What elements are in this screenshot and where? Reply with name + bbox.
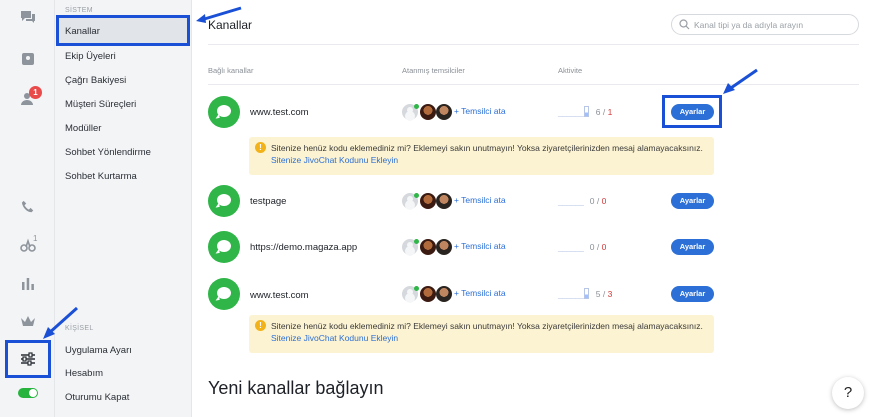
online-dot	[414, 286, 419, 291]
status-toggle[interactable]	[18, 388, 38, 398]
warning-text: Sitenize henüz kodu eklemediniz mi? Ekle…	[271, 143, 703, 153]
highlight-box	[56, 15, 190, 46]
sidebar-item-uygulama-ayari[interactable]: Uygulama Ayarı	[65, 345, 132, 356]
sidebar-item-sohbet-yonlendirme[interactable]: Sohbet Yönlendirme	[65, 147, 151, 158]
avatar	[436, 239, 452, 255]
sidebar-item-musteri-surecleri[interactable]: Müşteri Süreçleri	[65, 99, 136, 110]
help-button[interactable]: ?	[832, 377, 864, 409]
avatar	[436, 193, 452, 209]
warning-text: Sitenize henüz kodu eklemediniz mi? Ekle…	[271, 321, 703, 331]
add-code-link[interactable]: Sitenize JivoChat Kodunu Ekleyin	[271, 155, 398, 165]
annotation-arrow	[723, 68, 758, 94]
avatar	[420, 239, 436, 255]
assign-agent-link[interactable]: + Temsilci ata	[454, 288, 506, 298]
channel-name: www.test.com	[250, 290, 309, 301]
search-placeholder: Kanal tipi ya da adıyla arayın	[694, 20, 804, 30]
col-header-agents: Atanmış temsilciler	[402, 66, 465, 75]
sidebar-item-moduller[interactable]: Modüller	[65, 123, 101, 134]
assign-agent-link[interactable]: + Temsilci ata	[454, 241, 506, 251]
settings-button[interactable]: Ayarlar	[671, 286, 714, 302]
divider	[208, 44, 859, 45]
new-channels-heading: Yeni kanallar bağlayın	[208, 378, 384, 398]
highlight-box	[5, 340, 51, 378]
settings-button[interactable]: Ayarlar	[671, 193, 714, 209]
online-dot	[414, 193, 419, 198]
whatsapp-channel-icon	[208, 185, 240, 217]
activity-bar	[584, 106, 590, 117]
sidebar-item-cagri-bakiyesi[interactable]: Çağrı Bakiyesi	[65, 75, 126, 86]
sidebar-item-hesabim[interactable]: Hesabım	[65, 368, 103, 379]
annotation-arrow	[43, 306, 79, 339]
col-header-activity: Aktivite	[558, 66, 583, 75]
sidebar-item-ekip-uyeleri[interactable]: Ekip Üyeleri	[65, 51, 116, 62]
divider	[208, 84, 859, 85]
activity-stat: ______ 6 / 1	[558, 106, 613, 117]
assigned-agents: + Temsilci ata	[402, 239, 522, 255]
warning-icon: !	[255, 320, 266, 331]
crown-icon[interactable]	[17, 310, 39, 332]
col-header-channels: Bağlı kanallar	[208, 66, 254, 75]
avatar	[420, 286, 436, 302]
phone-icon[interactable]	[17, 196, 39, 218]
whatsapp-channel-icon	[208, 231, 240, 263]
whatsapp-channel-icon	[208, 278, 240, 310]
whatsapp-channel-icon	[208, 96, 240, 128]
annotation-arrow	[196, 6, 242, 23]
warning-banner: ! Sitenize henüz kodu eklemediniz mi? Ek…	[249, 137, 714, 175]
search-icon	[679, 19, 690, 32]
avatar	[436, 286, 452, 302]
add-code-link[interactable]: Sitenize JivoChat Kodunu Ekleyin	[271, 333, 398, 343]
contacts-badge: 1	[29, 86, 42, 99]
search-input[interactable]: Kanal tipi ya da adıyla arayın	[671, 14, 859, 35]
highlight-box	[662, 95, 722, 128]
sidebar-item-oturumu-kapat[interactable]: Oturumu Kapat	[65, 392, 129, 403]
online-dot	[414, 239, 419, 244]
warning-banner: ! Sitenize henüz kodu eklemediniz mi? Ek…	[249, 315, 714, 353]
avatar	[420, 193, 436, 209]
channel-name: https://demo.magaza.app	[250, 242, 358, 253]
sidebar-item-sohbet-kurtarma[interactable]: Sohbet Kurtarma	[65, 171, 137, 182]
inbox-icon[interactable]	[17, 48, 39, 70]
assign-agent-link[interactable]: + Temsilci ata	[454, 106, 506, 116]
channel-name: testpage	[250, 196, 287, 207]
activity-stat: ______ 0 / 0	[558, 196, 607, 206]
activity-stat: ______ 0 / 0	[558, 242, 607, 252]
assigned-agents: + Temsilci ata	[402, 193, 522, 209]
avatar	[436, 104, 452, 120]
settings-button[interactable]: Ayarlar	[671, 239, 714, 255]
avatar	[420, 104, 436, 120]
channel-name: www.test.com	[250, 107, 309, 118]
assigned-agents: + Temsilci ata	[402, 104, 522, 120]
online-dot	[414, 104, 419, 109]
activity-bar	[584, 288, 590, 299]
assign-agent-link[interactable]: + Temsilci ata	[454, 195, 506, 205]
visitors-badge: 1	[33, 234, 38, 243]
activity-stat: ______ 5 / 3	[558, 288, 613, 299]
assigned-agents: + Temsilci ata	[402, 286, 522, 302]
main-content: Kanallar Kanal tipi ya da adıyla arayın …	[193, 0, 877, 417]
stats-icon[interactable]	[17, 272, 39, 294]
chats-icon[interactable]	[17, 6, 39, 28]
warning-icon: !	[255, 142, 266, 153]
section-label-system: SİSTEM	[65, 7, 93, 14]
settings-sidebar: SİSTEM Kanallar Ekip Üyeleri Çağrı Bakiy…	[55, 0, 192, 417]
